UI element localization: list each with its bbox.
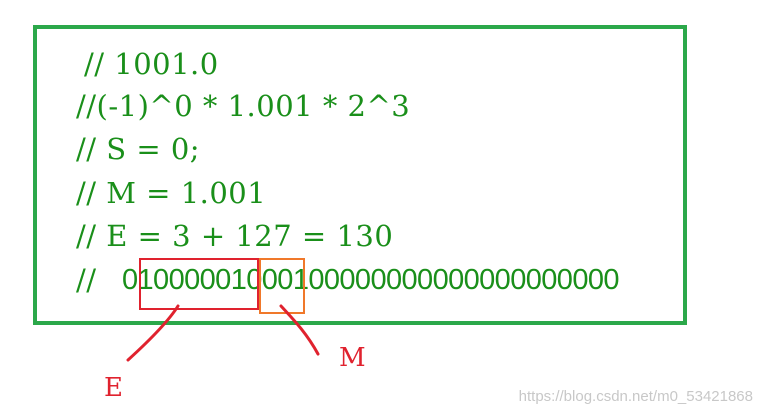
exponent-pointer-line <box>126 304 180 362</box>
annotation-arrows <box>126 304 320 362</box>
exponent-label: E <box>104 373 123 403</box>
mantissa-pointer-line <box>279 304 320 356</box>
mantissa-label: M <box>339 343 366 373</box>
watermark-text: https://blog.csdn.net/m0_53421868 <box>518 388 753 405</box>
screenshot-canvas: // 1001.0 //(-1)^0 * 1.001 * 2^3 // S = … <box>0 0 761 414</box>
